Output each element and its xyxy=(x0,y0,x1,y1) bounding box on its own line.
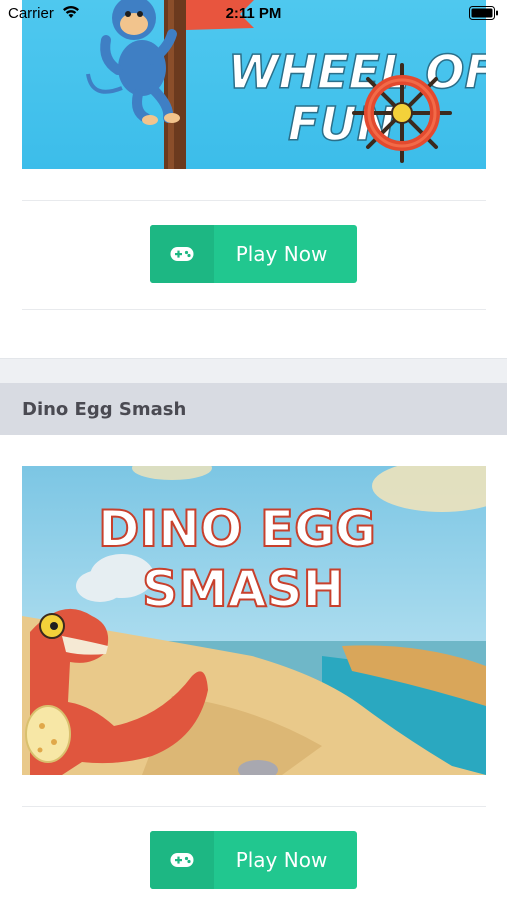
game-section-header: Dino Egg Smash xyxy=(0,383,507,435)
divider xyxy=(22,806,486,807)
play-now-label: Play Now xyxy=(235,242,328,266)
battery-icon xyxy=(469,6,498,20)
game-title: Dino Egg Smash xyxy=(22,398,187,420)
dino-title-line2: SMASH xyxy=(142,560,344,618)
play-icon-box xyxy=(150,225,214,283)
gamepad-icon xyxy=(170,247,194,261)
dino-title-line1: DINO EGG xyxy=(98,500,376,558)
gamepad-icon xyxy=(170,853,194,867)
clock: 2:11 PM xyxy=(225,5,282,22)
egg-icon xyxy=(25,705,71,763)
play-now-label: Play Now xyxy=(235,848,328,872)
section-separator xyxy=(0,358,507,383)
status-bar: Carrier 2:11 PM xyxy=(0,0,507,28)
game-list-screen: Carrier 2:11 PM WHEEL OF FUN Play Now Di… xyxy=(0,0,507,900)
dino-egg-smash-banner[interactable]: DINO EGG SMASH xyxy=(22,466,486,775)
divider xyxy=(22,200,486,201)
ship-wheel-icon xyxy=(352,63,452,163)
divider xyxy=(22,309,486,310)
play-now-button[interactable]: Play Now xyxy=(150,831,357,889)
dino-egg-smash-artwork: DINO EGG SMASH xyxy=(22,466,486,775)
play-now-button[interactable]: Play Now xyxy=(150,225,357,283)
wheel-title-line1: WHEEL OF xyxy=(228,45,486,99)
play-icon-box xyxy=(150,831,214,889)
